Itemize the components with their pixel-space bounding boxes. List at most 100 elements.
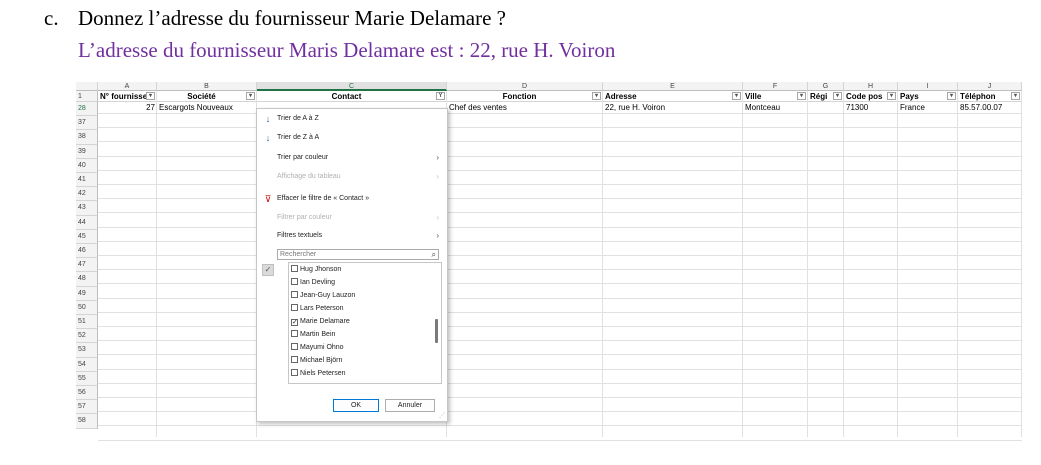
checkbox[interactable] [291,343,298,350]
filter-list-item[interactable]: Niels Petersen [291,369,346,379]
filter-list-item[interactable]: Martin Bein [291,330,335,340]
row-header-48[interactable]: 48 [76,272,98,287]
checkbox[interactable] [291,304,298,311]
column-header-a[interactable]: A [98,82,157,91]
data-cell[interactable]: 71300 [844,102,898,113]
column-header-c[interactable]: C [257,82,447,91]
data-cell[interactable]: 85.57.00.07 [958,102,1022,113]
sort-by-color-label: Trier par couleur [277,154,329,161]
grid-col-line [1021,91,1022,437]
row-header-45[interactable]: 45 [76,229,98,244]
row-header-39[interactable]: 39 [76,144,98,159]
list-scrollbar[interactable] [435,319,438,343]
filter-list-item[interactable]: Michael Björn [291,356,342,366]
filter-list-item[interactable]: Lars Peterson [291,304,344,314]
row-header-56[interactable]: 56 [76,386,98,401]
filter-item-label: Michael Björn [300,357,343,364]
grid-row-line [98,326,1022,327]
data-cell[interactable]: Chef des ventes [447,102,603,113]
column-header-j[interactable]: J [958,82,1022,91]
filter-dropdown-icon[interactable]: ▾ [592,92,601,100]
active-filter-icon[interactable]: Y [436,92,445,100]
resize-grip-icon[interactable]: ⋰ [439,412,445,419]
row-header-1[interactable]: 1 [76,91,98,102]
checkbox[interactable] [291,330,298,337]
checkbox[interactable] [291,265,298,272]
row-header-40[interactable]: 40 [76,158,98,173]
checkbox[interactable] [291,278,298,285]
row-header-52[interactable]: 52 [76,329,98,344]
grid-row-line [98,141,1022,143]
data-cell[interactable] [808,102,844,113]
row-header-49[interactable]: 49 [76,286,98,301]
row-header-55[interactable]: 55 [76,371,98,386]
chevron-right-icon: › [436,213,439,222]
header-cell: Ville ▾ [743,91,808,102]
row-header-58[interactable]: 58 [76,414,98,429]
column-header-h[interactable]: H [844,82,898,91]
filter-by-color-label: Filtrer par couleur [277,214,332,221]
clear-filter-item[interactable]: ⊽ Effacer le filtre de « Contact » [257,191,447,207]
filter-list-item[interactable]: Hug Jhonson [291,265,341,275]
value-checkbox-list[interactable]: Hug Jhonson Ian Devling Jean-Guy Lauzon Lar… [288,262,442,384]
row-header-38[interactable]: 38 [76,130,98,145]
filter-list-item[interactable]: Mayumi Ohno [291,343,344,353]
checkbox[interactable] [291,291,298,298]
row-header-57[interactable]: 57 [76,400,98,415]
data-cell[interactable]: 27 [98,102,157,113]
filter-dropdown-icon[interactable]: ▾ [246,92,255,100]
cancel-button[interactable]: Annuler [385,399,435,412]
row-header-44[interactable]: 44 [76,215,98,230]
row-header-54[interactable]: 54 [76,357,98,372]
checkbox[interactable] [291,356,298,363]
chevron-right-icon: › [436,153,439,162]
grid-row-line [98,269,1022,271]
grid-row-line [98,340,1022,342]
sort-by-color-item[interactable]: Trier par couleur › [257,150,447,166]
row-header-53[interactable]: 53 [76,343,98,358]
grid-row-line [98,283,1022,285]
sort-descending-item[interactable]: ↓ Trier de Z à A [257,130,447,146]
grid-row-line [98,439,1022,441]
filter-dropdown-icon[interactable]: ▾ [887,92,896,100]
checkbox[interactable]: ✓ [291,319,298,326]
row-header-43[interactable]: 43 [76,201,98,216]
sort-ascending-item[interactable]: ↓ Trier de A à Z [257,111,447,127]
column-header-d[interactable]: D [447,82,603,91]
data-cell[interactable]: France [898,102,958,113]
row-header-41[interactable]: 41 [76,173,98,188]
select-all-corner[interactable] [76,82,98,91]
ok-button[interactable]: OK [333,399,379,412]
filter-list-item[interactable]: ✓ Marie Delamare [291,317,350,327]
filter-list-item[interactable]: Jean-Guy Lauzon [291,291,355,301]
data-cell[interactable]: Escargots Nouveaux [157,102,257,113]
filter-dropdown-icon[interactable]: ▾ [146,92,155,100]
data-cell[interactable]: Montceau [743,102,808,113]
filter-dropdown-icon[interactable]: ▾ [1011,92,1020,100]
column-header-e[interactable]: E [603,82,743,91]
question-text: Donnez l’adresse du fournisseur Marie De… [78,6,506,30]
row-header-50[interactable]: 50 [76,300,98,315]
column-header-f[interactable]: F [743,82,808,91]
column-header-i[interactable]: I [898,82,958,91]
row-header-37[interactable]: 37 [76,116,98,131]
filter-dropdown-icon[interactable]: ▾ [797,92,806,100]
text-filters-item[interactable]: Filtres textuels › [257,228,447,244]
header-label: Société [187,92,216,101]
filter-dropdown-icon[interactable]: ▾ [833,92,842,100]
row-header-51[interactable]: 51 [76,315,98,330]
grid-col-line [742,91,743,437]
column-header-b[interactable]: B [157,82,257,91]
row-header-47[interactable]: 47 [76,258,98,273]
filter-list-item[interactable]: Ian Devling [291,278,335,288]
row-header-42[interactable]: 42 [76,187,98,202]
search-input[interactable]: Rechercher ⌕ [277,249,439,260]
filter-dropdown-icon[interactable]: ▾ [732,92,741,100]
checkbox[interactable] [291,369,298,376]
filter-dropdown-icon[interactable]: ▾ [947,92,956,100]
column-header-g[interactable]: G [808,82,844,91]
row-header-28[interactable]: 28 [76,102,98,117]
select-all-check-icon[interactable]: ✓ [262,264,274,276]
row-header-46[interactable]: 46 [76,244,98,259]
data-cell[interactable]: 22, rue H. Voiron [603,102,743,113]
